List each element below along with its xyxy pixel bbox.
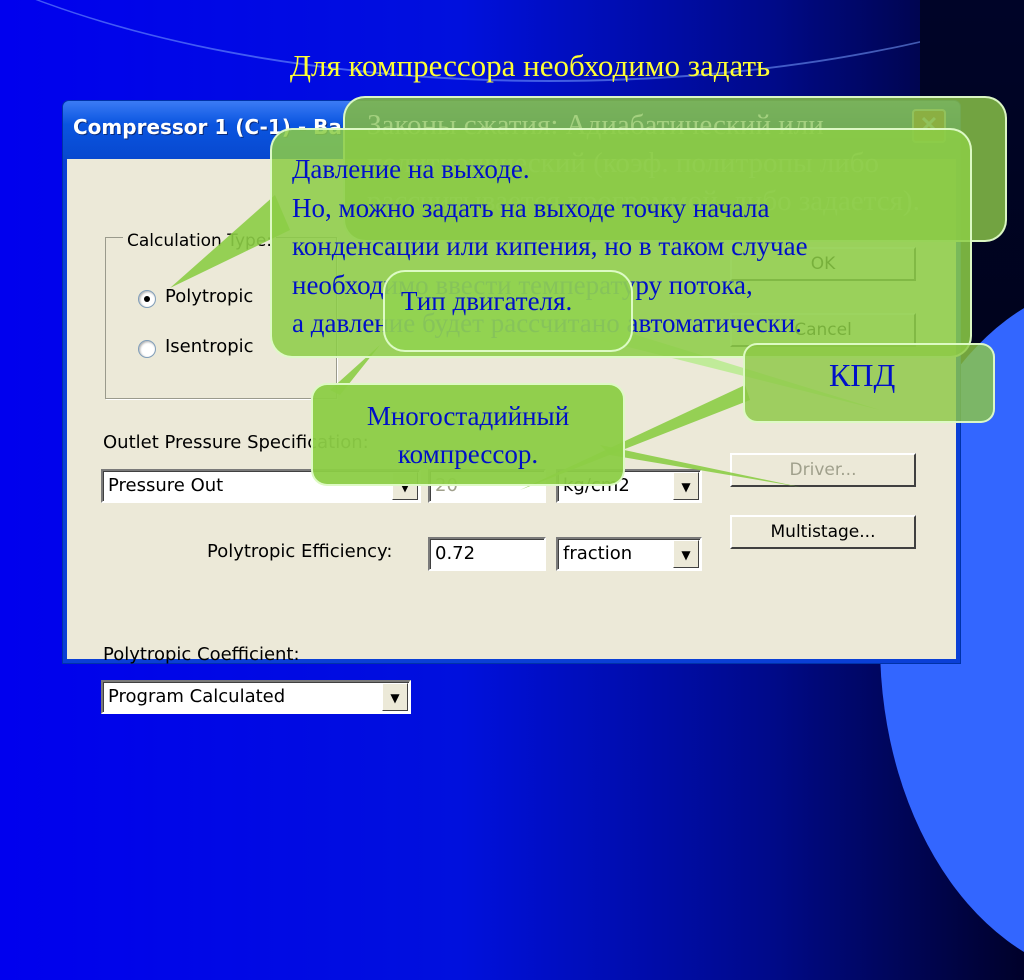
multistage-button[interactable]: Multistage...	[730, 515, 916, 549]
callout-driver-type: Тип двигателя.	[383, 270, 633, 352]
callout-driver-type-text: Тип двигателя.	[401, 286, 573, 316]
calculation-type-label: Calculation Type:	[123, 231, 277, 251]
driver-button[interactable]: Driver...	[730, 453, 916, 487]
efficiency-input[interactable]: 0.72	[428, 537, 546, 571]
efficiency-unit-select[interactable]: fraction ▼	[556, 537, 702, 571]
coefficient-label: Polytropic Coefficient:	[103, 644, 300, 665]
slide-title: Для компрессора необходимо задать	[289, 48, 771, 83]
callout-multistage-text: Многостадийный компрессор.	[366, 401, 570, 469]
callout-efficiency: КПД	[743, 343, 995, 423]
radio-polytropic[interactable]	[138, 290, 156, 308]
coefficient-value: Program Calculated	[108, 686, 286, 707]
callout-multistage: Многостадийный компрессор.	[311, 383, 625, 486]
efficiency-label: Polytropic Efficiency:	[207, 541, 393, 562]
chevron-down-icon[interactable]: ▼	[673, 472, 699, 500]
radio-isentropic[interactable]	[138, 340, 156, 358]
radio-isentropic-label[interactable]: Isentropic	[165, 336, 254, 357]
radio-polytropic-label[interactable]: Polytropic	[165, 286, 253, 307]
chevron-down-icon[interactable]: ▼	[673, 540, 699, 568]
coefficient-select[interactable]: Program Calculated ▼	[101, 680, 411, 714]
efficiency-unit-value: fraction	[563, 543, 633, 564]
chevron-down-icon[interactable]: ▼	[382, 683, 408, 711]
outlet-spec-value: Pressure Out	[108, 475, 224, 496]
callout-efficiency-text: КПД	[829, 357, 896, 393]
